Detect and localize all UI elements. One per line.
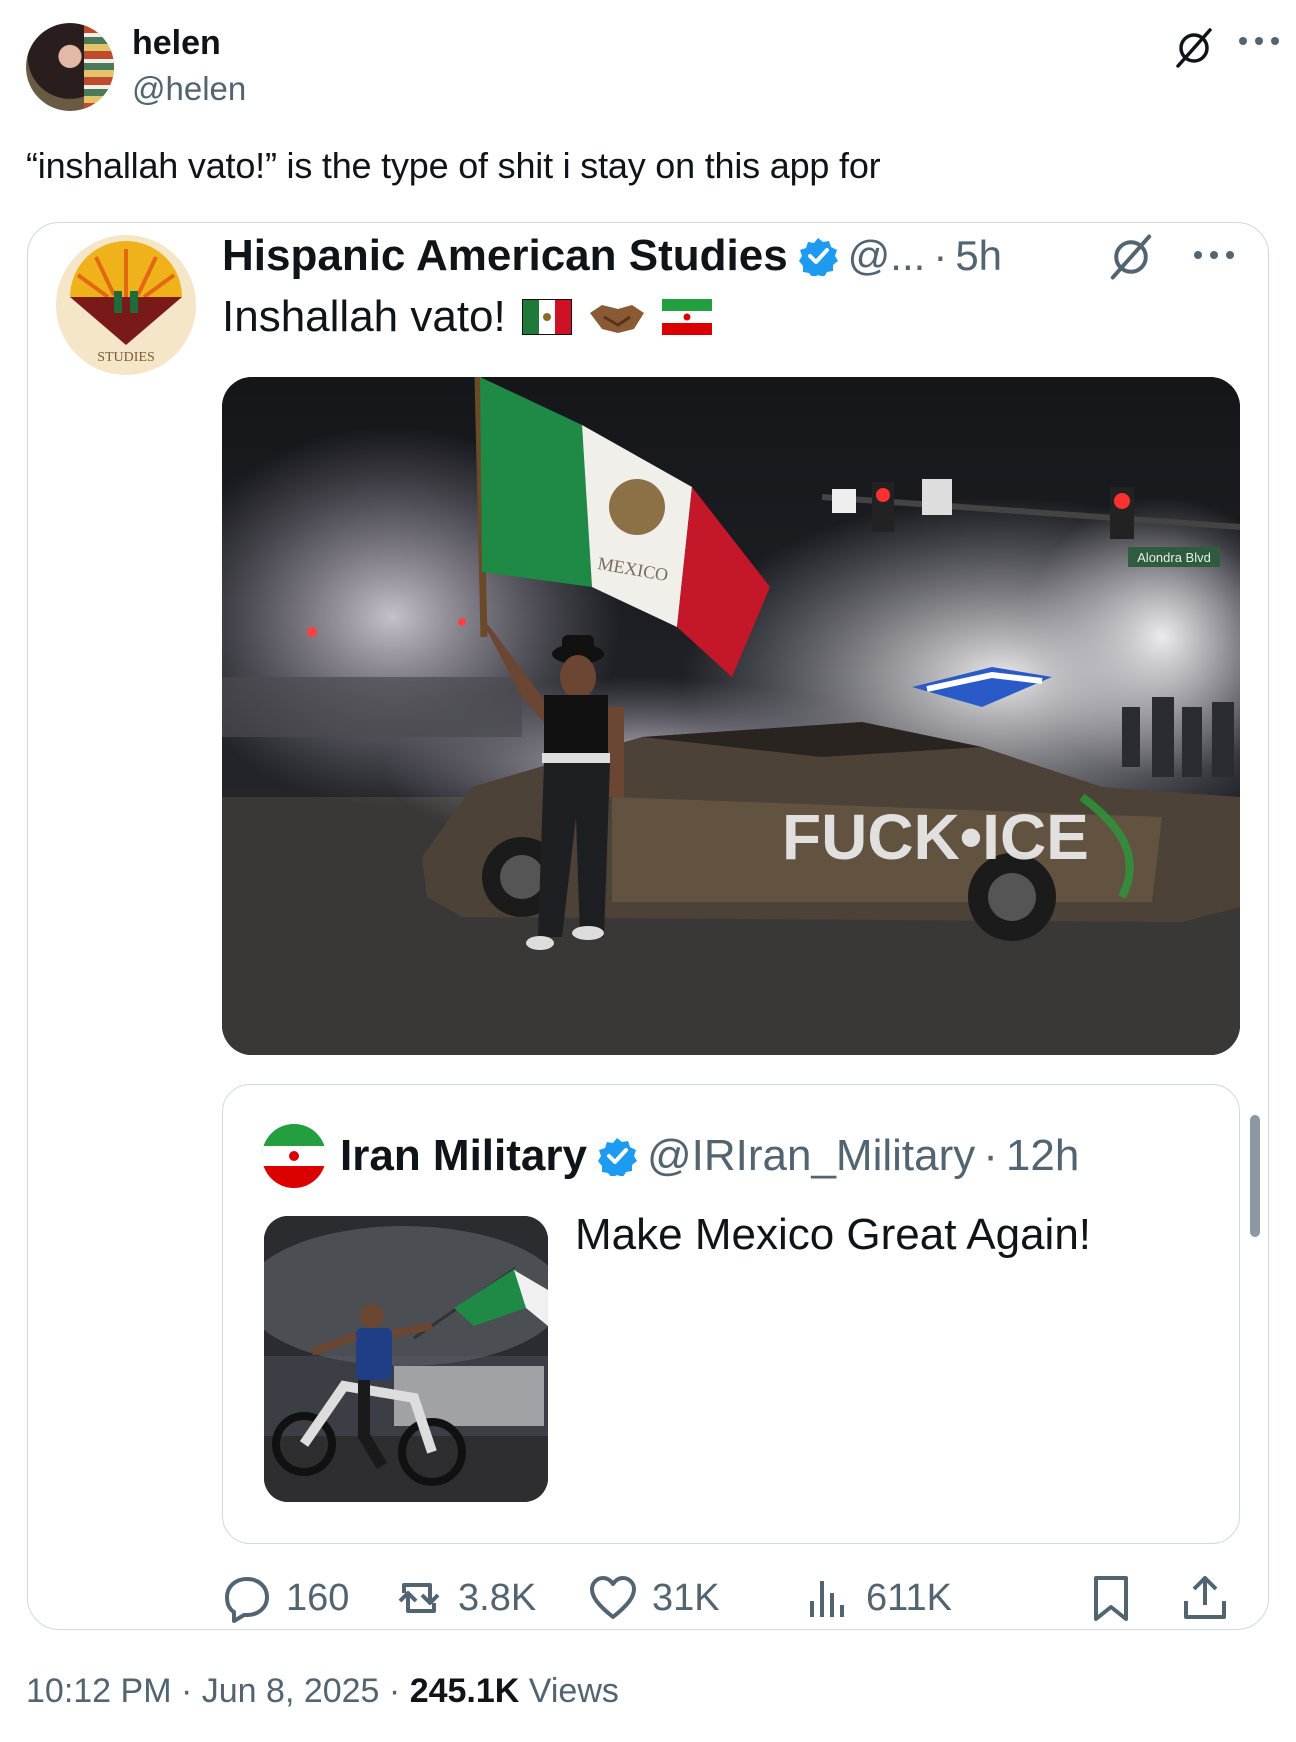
separator-dot: · [983, 1131, 998, 1180]
quoted-header: Hispanic American Studies @... · 5h [222, 228, 1002, 284]
nested-author-handle[interactable]: @IRIran_Military [647, 1131, 975, 1181]
like-icon [590, 1576, 636, 1619]
quoted-text-row: Inshallah vato! [222, 292, 712, 342]
author-handle[interactable]: @helen [132, 70, 246, 108]
quoted-text: Inshallah vato! [222, 292, 506, 341]
author-avatar[interactable] [26, 23, 114, 111]
grok-icon[interactable] [1106, 232, 1156, 282]
separator-dot: · [180, 1672, 193, 1710]
views-total: 245.1K [409, 1672, 520, 1710]
quoted-author-avatar[interactable]: STUDIES [56, 235, 196, 375]
mexico-flag-icon [521, 299, 572, 335]
views-icon [810, 1581, 844, 1617]
views-count: 611K [866, 1576, 952, 1619]
repost-icon [398, 1583, 440, 1613]
post-photo[interactable]: Alondra Blvd MEXICO FUCK•ICE [222, 377, 1240, 1055]
verified-icon [798, 238, 838, 276]
quoted-author-name[interactable]: Hispanic American Studies [222, 231, 788, 281]
views-label: Views [528, 1672, 619, 1710]
share-button[interactable] [1180, 1570, 1244, 1626]
post-timestamp[interactable]: 10:12 PM · Jun 8, 2025 · 245.1K Views [26, 1672, 619, 1711]
more-icon[interactable] [1188, 240, 1240, 270]
car-graffiti-text: FUCK•ICE [782, 801, 1089, 873]
share-icon [1184, 1576, 1226, 1619]
nested-photo[interactable] [264, 1216, 548, 1502]
street-sign-text: Alondra Blvd [1137, 550, 1211, 565]
nested-time[interactable]: 12h [1006, 1131, 1079, 1181]
bookmark-button[interactable] [1086, 1570, 1150, 1626]
verified-icon [597, 1138, 637, 1176]
nested-author-name[interactable]: Iran Military [340, 1131, 587, 1181]
more-icon[interactable] [1234, 26, 1284, 56]
logo-text: STUDIES [97, 350, 155, 365]
post-time[interactable]: 10:12 PM [26, 1672, 172, 1710]
reply-button[interactable]: 160 [222, 1570, 349, 1626]
bookmark-icon [1094, 1576, 1128, 1621]
reply-count: 160 [286, 1576, 350, 1619]
iran-flag-icon [661, 299, 712, 335]
scrollbar[interactable] [1250, 1115, 1260, 1237]
grok-icon[interactable] [1172, 26, 1216, 70]
reply-icon [225, 1577, 269, 1623]
separator-dot: · [933, 232, 948, 279]
handshake-icon [589, 305, 644, 333]
views-button[interactable]: 611K [802, 1570, 952, 1626]
nested-text: Make Mexico Great Again! [575, 1210, 1092, 1259]
quoted-author-handle[interactable]: @... [848, 232, 926, 280]
repost-button[interactable]: 3.8K [394, 1570, 536, 1626]
post-date[interactable]: Jun 8, 2025 [202, 1672, 380, 1710]
action-bar: 160 3.8K 31K 611K [222, 1570, 1240, 1626]
nested-author-avatar[interactable] [262, 1124, 326, 1188]
like-button[interactable]: 31K [588, 1570, 720, 1626]
like-count: 31K [652, 1576, 720, 1619]
separator-dot: · [388, 1672, 401, 1710]
author-name[interactable]: helen [132, 24, 221, 63]
nested-header: Iran Military @IRIran_Military · 12h [340, 1128, 1079, 1184]
repost-count: 3.8K [458, 1576, 537, 1619]
quoted-time[interactable]: 5h [955, 232, 1002, 280]
post-text: “inshallah vato!” is the type of shit i … [26, 145, 881, 186]
